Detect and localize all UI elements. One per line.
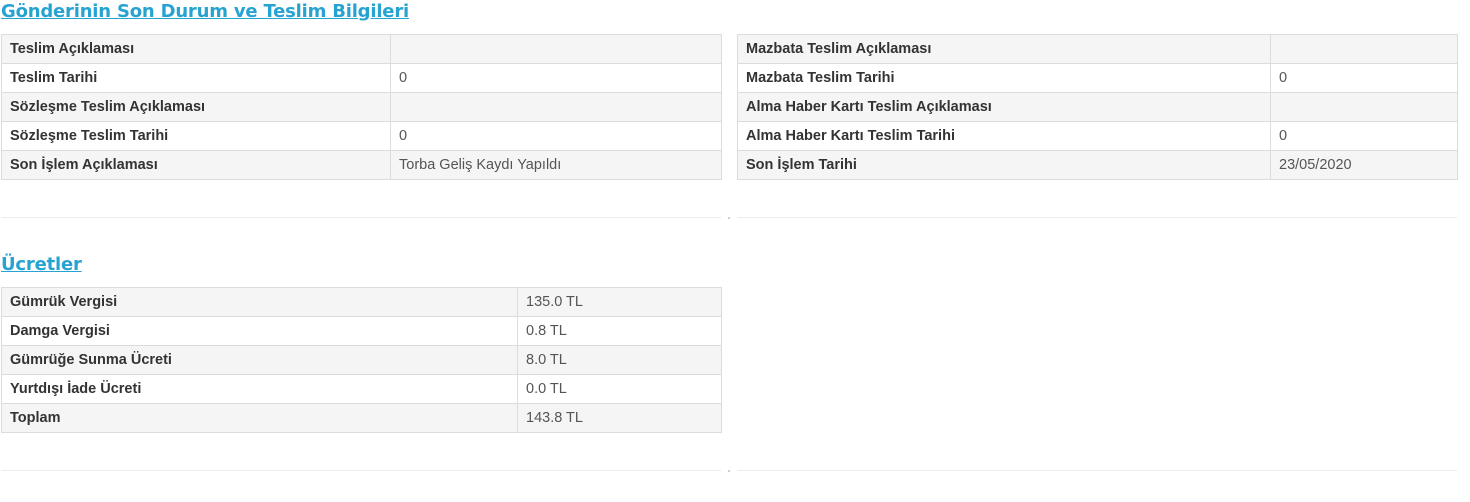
fees-table: Gümrük Vergisi 135.0 TL Damga Vergisi 0.… [1,287,722,433]
table-row: Son İşlem Açıklaması Torba Geliş Kaydı Y… [1,150,722,180]
table-row: Sözleşme Teslim Tarihi 0 [1,121,722,151]
divider-dot [728,217,730,219]
fees-section-title[interactable]: Ücretler [1,254,82,275]
section-divider [1,217,721,218]
row-label: Sözleşme Teslim Tarihi [1,121,391,151]
row-label: Mazbata Teslim Açıklaması [737,34,1271,64]
delivery-info-table-left: Teslim Açıklaması Teslim Tarihi 0 Sözleş… [1,34,722,180]
fee-total-label: Toplam [1,403,518,433]
table-row: Yurtdışı İade Ücreti 0.0 TL [1,374,722,404]
row-label: Alma Haber Kartı Teslim Açıklaması [737,92,1271,122]
row-label: Sözleşme Teslim Açıklaması [1,92,391,122]
row-value: 23/05/2020 [1270,150,1458,180]
section-divider [737,217,1457,218]
fee-label: Yurtdışı İade Ücreti [1,374,518,404]
row-label: Alma Haber Kartı Teslim Tarihi [737,121,1271,151]
row-value: 0 [390,121,722,151]
row-label: Son İşlem Tarihi [737,150,1271,180]
section-divider [1,470,721,471]
row-value: 0 [1270,63,1458,93]
row-label: Teslim Açıklaması [1,34,391,64]
fee-label: Damga Vergisi [1,316,518,346]
row-value: 0 [1270,121,1458,151]
table-row: Son İşlem Tarihi 23/05/2020 [737,150,1458,180]
fee-label: Gümrük Vergisi [1,287,518,317]
row-value: Torba Geliş Kaydı Yapıldı [390,150,722,180]
delivery-info-table-right: Mazbata Teslim Açıklaması Mazbata Teslim… [737,34,1458,180]
divider-dot [728,470,730,472]
row-value [390,92,722,122]
fee-amount: 0.8 TL [517,316,722,346]
row-label: Teslim Tarihi [1,63,391,93]
table-row: Damga Vergisi 0.8 TL [1,316,722,346]
table-row: Alma Haber Kartı Teslim Tarihi 0 [737,121,1458,151]
table-row: Teslim Açıklaması [1,34,722,64]
row-label: Mazbata Teslim Tarihi [737,63,1271,93]
row-value [1270,92,1458,122]
row-label: Son İşlem Açıklaması [1,150,391,180]
section-divider [737,470,1457,471]
table-row: Gümrüğe Sunma Ücreti 8.0 TL [1,345,722,375]
row-value [390,34,722,64]
fee-amount: 135.0 TL [517,287,722,317]
table-row: Alma Haber Kartı Teslim Açıklaması [737,92,1458,122]
table-row: Gümrük Vergisi 135.0 TL [1,287,722,317]
table-row: Teslim Tarihi 0 [1,63,722,93]
delivery-section-title[interactable]: Gönderinin Son Durum ve Teslim Bilgileri [1,1,409,22]
table-row: Toplam 143.8 TL [1,403,722,433]
row-value: 0 [390,63,722,93]
table-row: Sözleşme Teslim Açıklaması [1,92,722,122]
row-value [1270,34,1458,64]
fee-total-amount: 143.8 TL [517,403,722,433]
table-row: Mazbata Teslim Tarihi 0 [737,63,1458,93]
fee-amount: 0.0 TL [517,374,722,404]
table-row: Mazbata Teslim Açıklaması [737,34,1458,64]
fee-label: Gümrüğe Sunma Ücreti [1,345,518,375]
fee-amount: 8.0 TL [517,345,722,375]
